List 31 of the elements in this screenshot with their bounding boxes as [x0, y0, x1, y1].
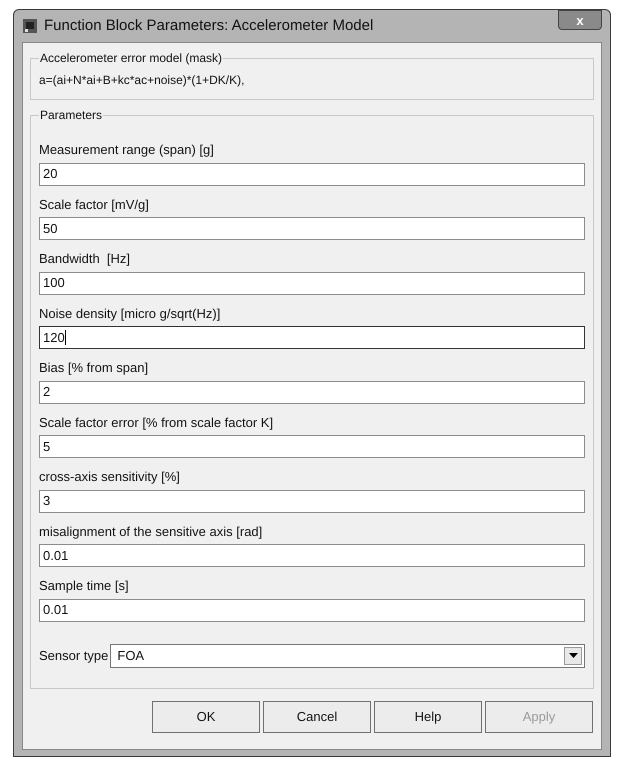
field-label: Bandwidth [Hz]	[39, 250, 132, 268]
dropdown-value: FOA	[117, 646, 146, 665]
input-field[interactable]: 120	[39, 326, 585, 349]
field-label: Bias [% from span]	[39, 359, 150, 377]
field-label: Scale factor [mV/g]	[39, 196, 150, 214]
input-field[interactable]: 5	[39, 435, 585, 458]
dropdown-arrow-button[interactable]	[564, 646, 582, 664]
input-field[interactable]: 50	[39, 217, 585, 240]
field-label: Sample time [s]	[39, 577, 130, 595]
caret-icon	[568, 653, 578, 658]
block-icon	[22, 18, 38, 34]
field-label: Measurement range (span) [g]	[39, 141, 215, 159]
input-field[interactable]: 0.01	[39, 598, 585, 622]
input-field[interactable]: 0.01	[39, 544, 585, 567]
equation-text: a=(ai+N*ai+B+kc*ac+noise)*(1+DK/K),	[39, 72, 246, 89]
window-title: Function Block Parameters: Accelerometer Model	[44, 16, 374, 36]
field-label: Scale factor error [% from scale factor K]	[39, 414, 274, 432]
group-title: Accelerometer error model (mask)	[39, 50, 224, 67]
group-title: Parameters	[39, 107, 104, 124]
input-field[interactable]: 20	[39, 162, 585, 186]
dialog-button[interactable]: Cancel	[263, 700, 371, 732]
dialog-button[interactable]: OK	[152, 700, 260, 732]
field-label: cross-axis sensitivity [%]	[39, 468, 181, 486]
field-label: misalignment of the sensitive axis [rad]	[39, 522, 264, 541]
field-label: Sensor type	[39, 646, 108, 665]
input-field[interactable]: 100	[39, 272, 585, 294]
dialog-button[interactable]: Help	[374, 700, 482, 732]
input-field[interactable]: 2	[39, 380, 585, 404]
field-label: Noise density [micro g/sqrt(Hz)]	[39, 304, 222, 323]
input-field[interactable]: 3	[39, 490, 585, 512]
sensor-type-dropdown[interactable]: FOA	[110, 644, 585, 668]
